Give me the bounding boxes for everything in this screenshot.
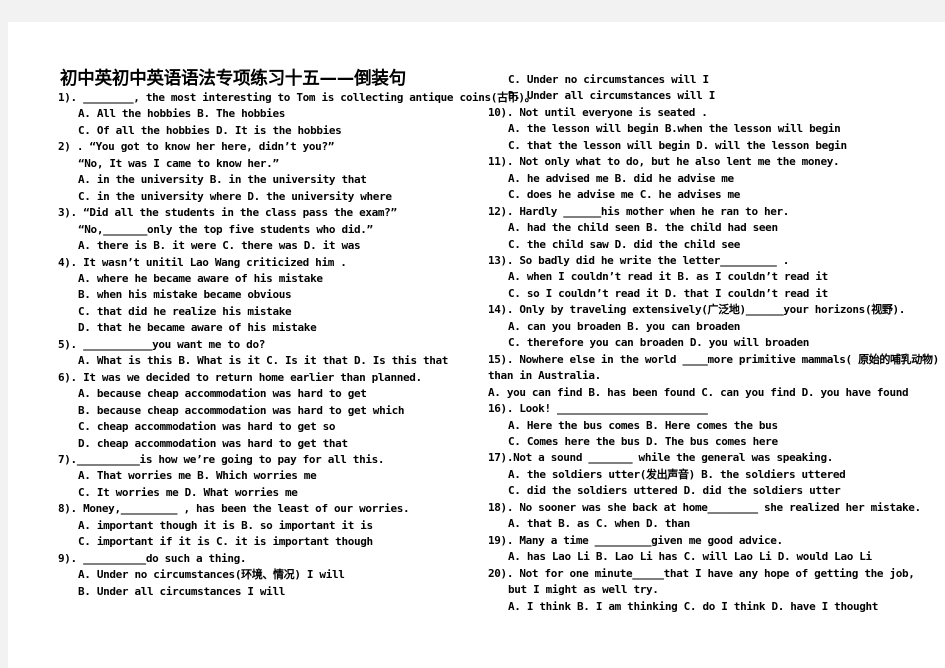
question-stem-cont: than in Australia.: [488, 369, 601, 383]
question-options: A. had the child seen B. the child had s…: [508, 221, 778, 235]
left-column: 1). ________, the most interesting to To…: [58, 90, 536, 600]
question-stem: 18). No sooner was she back at home_____…: [488, 500, 921, 514]
question-options: C. cheap accommodation was hard to get s…: [78, 420, 336, 434]
question-options: D. that he became aware of his mistake: [78, 321, 317, 335]
question-item: 15). Nowhere else in the world ____more …: [488, 352, 940, 401]
question-options: A. in the university B. in the universit…: [78, 173, 367, 187]
question-options: A. where he became aware of his mistake: [78, 271, 323, 285]
question-options: D. Under all circumstances will I: [508, 89, 715, 103]
question-stem-cont: “No,_______only the top five students wh…: [78, 222, 373, 236]
question-options: B. when his mistake became obvious: [78, 288, 292, 302]
question-options: A. important though it is B. so importan…: [78, 518, 373, 532]
question-stem: 10). Not until everyone is seated .: [488, 105, 708, 119]
question-stem: 11). Not only what to do, but he also le…: [488, 155, 840, 169]
question-stem: 12). Hardly ______his mother when he ran…: [488, 204, 790, 218]
question-options: A. the lesson will begin B.when the less…: [508, 122, 841, 136]
question-item: 11). Not only what to do, but he also le…: [488, 154, 940, 203]
question-options: C. Under no circumstances will I: [508, 73, 709, 86]
question-item: 6). It was we decided to return home ear…: [58, 370, 478, 452]
question-options: A. All the hobbies B. The hobbies: [78, 107, 285, 121]
question-stem: 13). So badly did he write the letter___…: [488, 253, 790, 267]
question-item: 1). ________, the most interesting to To…: [58, 90, 536, 139]
question-options: C. does he advise me C. he advises me: [508, 188, 741, 202]
question-item: C. Under no circumstances will I D. Unde…: [488, 72, 940, 105]
question-stem: 9). __________do such a thing.: [58, 551, 247, 565]
question-item: 7).__________is how we’re going to pay f…: [58, 452, 478, 501]
question-options: C. that did he realize his mistake: [78, 304, 292, 318]
question-options: A. he advised me B. did he advise me: [508, 171, 734, 185]
question-item: 9). __________do such a thing. A. Under …: [58, 551, 478, 600]
document-page: 初中英初中英语语法专项练习十五——倒装句 1). ________, the m…: [8, 22, 945, 668]
question-stem-cont: but I might as well try.: [508, 583, 659, 597]
question-item: 16). Look! ________________________ A. H…: [488, 401, 940, 450]
question-options: A. That worries me B. Which worries me: [78, 469, 317, 483]
question-stem: 1). ________, the most interesting to To…: [58, 91, 536, 104]
question-options: C. Of all the hobbies D. It is the hobbi…: [78, 123, 342, 137]
question-stem: 14). Only by traveling extensively(广泛地)_…: [488, 303, 906, 317]
question-item: 17).Not a sound _______ while the genera…: [488, 450, 940, 499]
question-item: 14). Only by traveling extensively(广泛地)_…: [488, 302, 940, 351]
question-item: 13). So badly did he write the letter___…: [488, 253, 940, 302]
question-stem: 5). ___________you want me to do?: [58, 337, 265, 351]
question-options: A. that B. as C. when D. than: [508, 517, 690, 531]
page-title: 初中英初中英语语法专项练习十五——倒装句: [60, 69, 406, 89]
question-item: 5). ___________you want me to do? A. Wha…: [58, 337, 478, 370]
question-item: 19). Many a time _________given me good …: [488, 533, 940, 566]
question-options: D. cheap accommodation was hard to get t…: [78, 436, 348, 450]
question-options: A. you can find B. has been found C. can…: [488, 385, 909, 399]
question-item: 12). Hardly ______his mother when he ran…: [488, 204, 940, 253]
question-item: 18). No sooner was she back at home_____…: [488, 500, 940, 533]
right-column: C. Under no circumstances will I D. Unde…: [488, 72, 940, 615]
question-stem: 2) . “You got to know her here, didn’t y…: [58, 140, 334, 154]
question-stem: 7).__________is how we’re going to pay f…: [58, 452, 385, 466]
question-item: 8). Money,_________ , has been the least…: [58, 501, 478, 550]
question-stem: 20). Not for one minute_____that I have …: [488, 566, 915, 580]
question-options: A. when I couldn’t read it B. as I could…: [508, 270, 828, 284]
question-stem: 6). It was we decided to return home ear…: [58, 370, 422, 384]
question-item: 2) . “You got to know her here, didn’t y…: [58, 139, 478, 205]
question-options: C. so I couldn’t read it D. that I could…: [508, 286, 828, 300]
question-options: A. I think B. I am thinking C. do I thin…: [508, 599, 879, 613]
question-options: B. because cheap accommodation was hard …: [78, 403, 405, 417]
question-stem: 8). Money,_________ , has been the least…: [58, 502, 410, 516]
question-stem-cont: “No, It was I came to know her.”: [78, 156, 279, 170]
question-item: 3). “Did all the students in the class p…: [58, 205, 478, 254]
question-options: A. because cheap accommodation was hard …: [78, 387, 367, 401]
question-stem: 19). Many a time _________given me good …: [488, 533, 783, 547]
question-stem: 16). Look! ________________________: [488, 402, 708, 416]
question-options: C. the child saw D. did the child see: [508, 237, 741, 251]
question-options: C. in the university where D. the univer…: [78, 189, 392, 203]
question-stem: 3). “Did all the students in the class p…: [58, 206, 397, 220]
question-options: B. Under all circumstances I will: [78, 584, 285, 598]
question-options: A. What is this B. What is it C. Is it t…: [78, 354, 449, 368]
question-stem: 17).Not a sound _______ while the genera…: [488, 451, 833, 465]
question-item: 4). It wasn’t unitil Lao Wang criticized…: [58, 255, 478, 337]
question-options: A. Under no circumstances(环境、情况) I will: [78, 568, 345, 582]
question-options: A. has Lao Li B. Lao Li has C. will Lao …: [508, 550, 872, 564]
question-stem: 4). It wasn’t unitil Lao Wang criticized…: [58, 255, 347, 269]
question-options: C. Comes here the bus D. The bus comes h…: [508, 434, 778, 448]
question-stem: 15). Nowhere else in the world ____more …: [488, 352, 939, 366]
question-options: C. important if it is C. it is important…: [78, 535, 373, 549]
question-item: 20). Not for one minute_____that I have …: [488, 566, 940, 615]
question-options: C. therefore you can broaden D. you will…: [508, 336, 810, 350]
question-options: C. that the lesson will begin D. will th…: [508, 138, 847, 152]
question-options: A. the soldiers utter(发出声音) B. the soldi…: [508, 467, 846, 481]
question-item: 10). Not until everyone is seated . A. t…: [488, 105, 940, 154]
question-options: A. Here the bus comes B. Here comes the …: [508, 418, 778, 432]
question-options: A. can you broaden B. you can broaden: [508, 319, 741, 333]
question-options: C. did the soldiers uttered D. did the s…: [508, 484, 841, 498]
question-options: C. It worries me D. What worries me: [78, 485, 298, 499]
question-options: A. there is B. it were C. there was D. i…: [78, 239, 361, 253]
